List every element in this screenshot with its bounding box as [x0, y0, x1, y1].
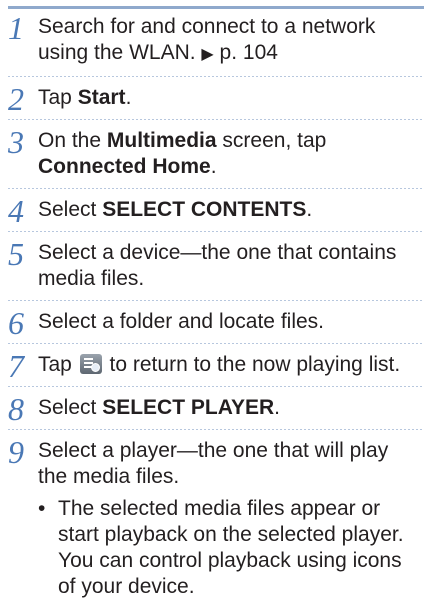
- note-text: The selected media files appear or start…: [58, 497, 404, 598]
- step-text: Tap: [38, 353, 78, 376]
- step-text: to return to the now playing list.: [103, 353, 401, 376]
- bullet-marker: •: [38, 497, 46, 520]
- step-2: 2 Tap Start.: [0, 83, 432, 115]
- top-rule: [8, 6, 424, 9]
- step-divider: [8, 76, 424, 77]
- step-divider: [8, 343, 424, 344]
- step-5: 5 Select a device—the one that contains …: [0, 236, 432, 292]
- start-label: Start: [77, 86, 126, 109]
- step-divider: [8, 429, 424, 430]
- step-number: 5: [8, 236, 24, 272]
- step-divider: [8, 188, 424, 189]
- step-text: On the: [38, 129, 107, 152]
- page-ref-arrow-icon: ▶: [201, 46, 214, 63]
- step-text: Select: [38, 396, 103, 419]
- step-number: 8: [8, 391, 24, 427]
- step-number: 3: [8, 124, 24, 160]
- step-1: 1 Search for and connect to a network us…: [0, 10, 432, 76]
- step-text: Tap: [38, 86, 78, 109]
- step-number: 1: [8, 10, 24, 46]
- step-number: 6: [8, 305, 24, 341]
- step-text-end: .: [210, 155, 217, 178]
- step-divider: [8, 386, 424, 387]
- step-divider: [8, 231, 424, 232]
- step-7: 7 Tap to return to the now playing list.: [0, 350, 432, 382]
- step-8: 8 Select SELECT PLAYER.: [0, 393, 432, 425]
- step-number: 7: [8, 348, 24, 384]
- step-4: 4 Select SELECT CONTENTS.: [0, 195, 432, 227]
- step-9: 9 Select a player—the one that will play…: [0, 434, 432, 490]
- now-playing-list-icon: [79, 354, 102, 374]
- page-reference-link[interactable]: p. 104: [214, 41, 278, 64]
- select-contents-label: SELECT CONTENTS: [102, 198, 307, 221]
- select-player-label: SELECT PLAYER: [102, 396, 275, 419]
- step-text-end: .: [125, 86, 132, 109]
- step-text: Select a device—the one that contains me…: [38, 241, 397, 290]
- step-text: Select a player—the one that will play t…: [38, 439, 389, 488]
- step-text: screen, tap: [216, 129, 327, 152]
- steps-list: 1 Search for and connect to a network us…: [0, 10, 432, 600]
- step-number: 9: [8, 434, 24, 470]
- multimedia-label: Multimedia: [106, 129, 217, 152]
- step-text: Select a folder and locate files.: [38, 310, 325, 333]
- step-9-note: • The selected media files appear or sta…: [34, 496, 422, 600]
- step-text-end: .: [274, 396, 280, 419]
- step-3: 3 On the Multimedia screen, tap Connecte…: [0, 124, 432, 180]
- step-6: 6 Select a folder and locate files.: [0, 307, 432, 339]
- step-text-end: .: [306, 198, 313, 221]
- step-divider: [8, 119, 424, 120]
- step-text: Select: [38, 198, 103, 221]
- step-number: 2: [8, 81, 24, 117]
- step-number: 4: [8, 193, 24, 229]
- connected-home-label: Connected Home: [38, 155, 211, 178]
- step-divider: [8, 300, 424, 301]
